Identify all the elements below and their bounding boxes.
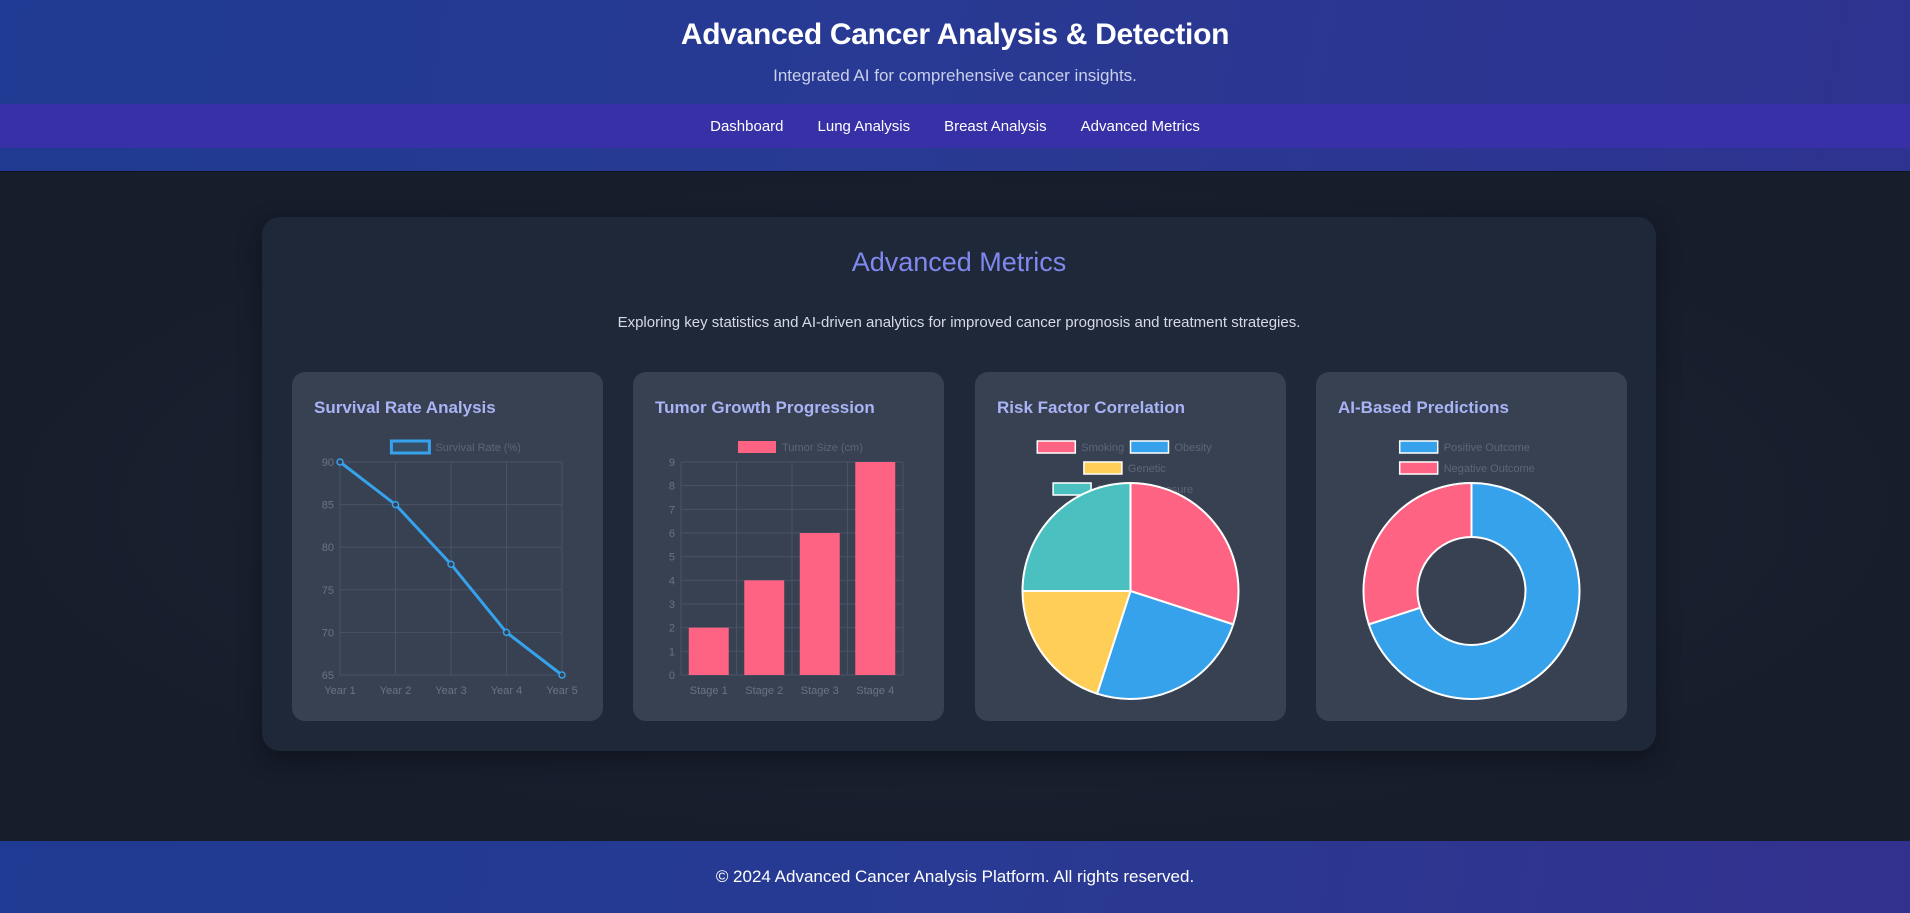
y-tick-label: 70 <box>322 627 334 639</box>
y-tick-label: 4 <box>669 575 675 587</box>
pie-slice <box>1021 481 1132 592</box>
legend-swatch <box>1398 440 1439 454</box>
nav-item-advanced-metrics[interactable]: Advanced Metrics <box>1081 118 1200 135</box>
y-tick-label: 8 <box>669 481 675 493</box>
legend-label: Obesity <box>1175 442 1213 454</box>
y-tick-label: 5 <box>669 552 675 564</box>
y-tick-label: 2 <box>669 623 675 635</box>
x-tick-label: Stage 4 <box>856 685 894 697</box>
data-point <box>502 628 511 637</box>
y-tick-label: 80 <box>322 542 334 554</box>
panel-description: Exploring key statistics and AI-driven a… <box>617 314 1301 331</box>
survival-rate-card: Survival Rate Analysis Survival Rate (%)… <box>292 372 603 721</box>
site-footer: © 2024 Advanced Cancer Analysis Platform… <box>0 841 1910 913</box>
legend-swatch <box>1083 461 1123 475</box>
risk-factor-pie-chart[interactable]: SmokingObesityGeneticRadiation Exposure <box>975 372 1286 721</box>
footer-copyright: © 2024 Advanced Cancer Analysis Platform… <box>715 867 1195 886</box>
legend-label: Survival Rate (%) <box>435 442 521 454</box>
nav-item-dashboard[interactable]: Dashboard <box>710 118 783 135</box>
site-header: Advanced Cancer Analysis & Detection Int… <box>0 0 1910 172</box>
pie-slice <box>1362 481 1473 626</box>
legend-swatch <box>1036 440 1077 454</box>
y-tick-label: 90 <box>322 457 334 469</box>
x-tick-label: Year 3 <box>435 685 466 697</box>
bar <box>744 580 785 675</box>
x-tick-label: Year 1 <box>324 685 355 697</box>
y-tick-label: 75 <box>322 585 334 597</box>
legend-label: Genetic <box>1128 463 1166 475</box>
site-subtitle: Integrated AI for comprehensive cancer i… <box>773 66 1137 85</box>
tumor-growth-bar-chart[interactable]: Tumor Size (cm) 0 1 2 3 4 5 6 7 8 9 Stage 1 Stage 2 S… <box>633 372 944 721</box>
nav-item-breast-analysis[interactable]: Breast Analysis <box>944 118 1047 135</box>
legend-swatch <box>738 441 776 453</box>
bar <box>688 627 729 675</box>
nav-item-lung-analysis[interactable]: Lung Analysis <box>818 118 911 135</box>
legend-label: Tumor Size (cm) <box>782 442 863 454</box>
y-tick-label: 0 <box>669 670 675 682</box>
bar <box>855 462 896 675</box>
data-point <box>336 458 344 466</box>
site-title: Advanced Cancer Analysis & Detection <box>680 18 1230 51</box>
x-tick-label: Stage 2 <box>745 685 783 697</box>
data-point <box>558 671 566 679</box>
data-point <box>391 500 400 509</box>
tumor-growth-card: Tumor Growth Progression Tumor Size (cm)… <box>633 372 944 721</box>
legend-label: Positive Outcome <box>1444 442 1530 454</box>
legend-label: Smoking <box>1081 442 1124 454</box>
legend-label: Negative Outcome <box>1444 463 1535 475</box>
main-nav: Dashboard Lung Analysis Breast Analysis … <box>0 104 1910 148</box>
bar <box>799 533 840 675</box>
ai-predictions-doughnut-chart[interactable]: Positive Outcome Negative Outcome <box>1316 372 1627 721</box>
legend-swatch <box>1398 461 1439 475</box>
y-tick-label: 3 <box>669 599 675 611</box>
panel-title: Advanced Metrics <box>851 247 1067 277</box>
legend-swatch <box>389 439 431 455</box>
survival-rate-line-chart[interactable]: Survival Rate (%) 65 70 75 80 85 90 Year 1 Year … <box>292 372 603 721</box>
x-tick-label: Year 2 <box>380 685 411 697</box>
x-tick-label: Stage 3 <box>801 685 839 697</box>
x-tick-label: Stage 1 <box>690 685 728 697</box>
x-tick-label: Year 5 <box>546 685 577 697</box>
ai-predictions-card: AI-Based Predictions Positive Outcome Neg… <box>1316 372 1627 721</box>
y-tick-label: 85 <box>322 500 334 512</box>
legend-swatch <box>1129 440 1170 454</box>
y-tick-label: 6 <box>669 528 675 540</box>
x-tick-label: Year 4 <box>491 685 522 697</box>
y-tick-label: 65 <box>322 670 334 682</box>
y-tick-label: 9 <box>669 457 675 469</box>
y-tick-label: 7 <box>669 504 675 516</box>
risk-factor-card: Risk Factor Correlation Smoking Obesity Ge… <box>975 372 1286 721</box>
data-point <box>447 560 455 568</box>
y-tick-label: 1 <box>669 646 675 658</box>
